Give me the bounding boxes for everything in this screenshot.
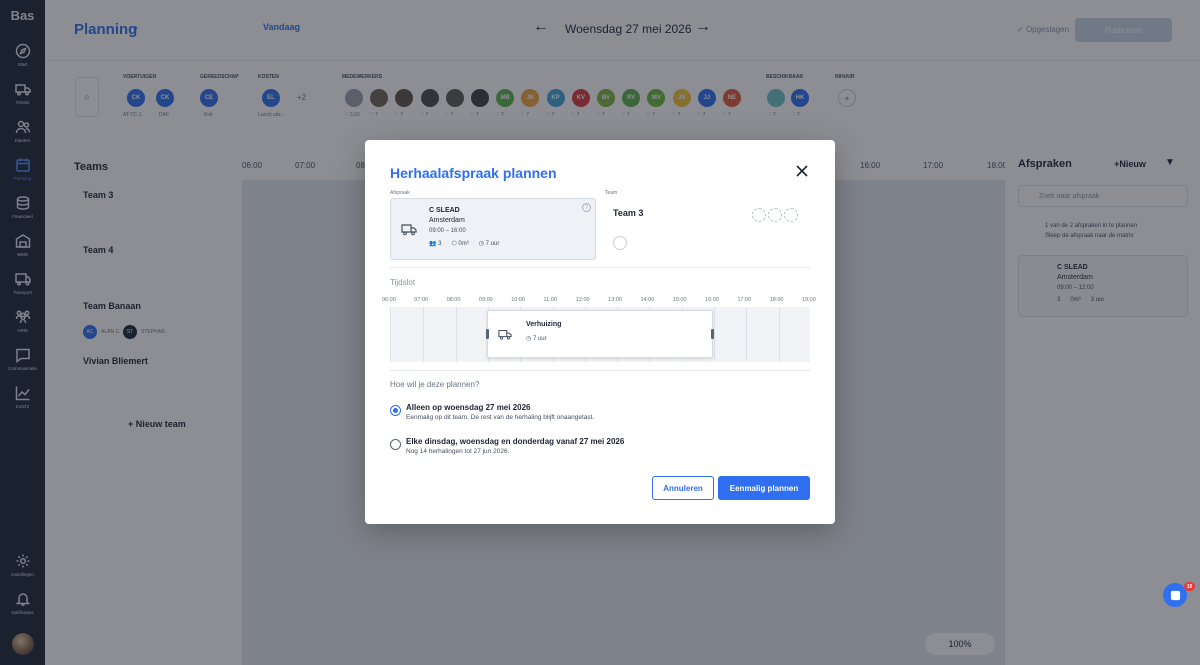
timeline-gridline bbox=[746, 307, 748, 362]
people-count: 👥 3 bbox=[429, 241, 442, 247]
timeline-hour: 15:00 bbox=[672, 297, 687, 303]
volume-value: 0m³ bbox=[458, 241, 469, 247]
radio-recurring[interactable] bbox=[390, 439, 401, 450]
duration: ◷ 7 uur bbox=[478, 241, 500, 247]
people-count-value: 3 bbox=[438, 241, 442, 247]
resize-handle-right[interactable] bbox=[711, 329, 714, 339]
plan-once-button[interactable]: Eenmalig plannen bbox=[718, 476, 810, 500]
timeline-hour: 12:00 bbox=[575, 297, 590, 303]
chat-icon bbox=[1170, 590, 1180, 600]
appointment-summary: C SLEAD Amsterdam 09:00 – 16:00 👥 3 ⬡ 0m… bbox=[390, 198, 596, 260]
empty-slot-icon[interactable] bbox=[752, 208, 766, 222]
timeline-hour: 08:00 bbox=[446, 297, 461, 303]
timeslot-name: Verhuizing bbox=[526, 321, 562, 328]
cancel-button[interactable]: Annuleren bbox=[652, 476, 714, 500]
timeline-gridline bbox=[714, 307, 716, 362]
timeline-hour: 16:00 bbox=[705, 297, 719, 303]
divider bbox=[390, 370, 810, 371]
timeline-hour: 14:00 bbox=[640, 297, 655, 303]
option-single-title[interactable]: Alleen op woensdag 27 mei 2026 bbox=[406, 403, 531, 412]
timeline-hour: 17:00 bbox=[737, 297, 752, 303]
option-single-desc: Eenmalig op dit team. De rest van de her… bbox=[406, 414, 595, 421]
appointment-name: C SLEAD bbox=[429, 207, 460, 214]
appointment-city: Amsterdam bbox=[429, 217, 465, 224]
timeline-gridline bbox=[455, 307, 457, 362]
option-recurring-title[interactable]: Elke dinsdag, woensdag en donderdag vana… bbox=[406, 437, 624, 446]
truck-icon bbox=[401, 224, 417, 236]
timeslot-label: Tijdslot bbox=[390, 278, 416, 287]
appointment-meta: 👥 3 ⬡ 0m³ ◷ 7 uur bbox=[429, 240, 499, 247]
notification-badge: 10 bbox=[1184, 582, 1195, 591]
empty-slot-icon[interactable] bbox=[784, 208, 798, 222]
option-recurring-desc: Nog 14 herhalingen tot 27 jun 2026. bbox=[406, 448, 510, 455]
team-label: Team bbox=[605, 190, 618, 196]
timeslot-duration: ◷ 7 uur bbox=[526, 336, 547, 342]
timeline-gridline bbox=[778, 307, 780, 362]
timeline-gridline bbox=[423, 307, 425, 362]
close-icon[interactable] bbox=[795, 164, 809, 178]
recurring-appointment-dialog: Herhaalafspraak plannen Afspraak Team C … bbox=[365, 140, 835, 524]
timeslot-timeline: Verhuizing ◷ 7 uur bbox=[390, 307, 810, 362]
radio-single-date[interactable] bbox=[390, 405, 401, 416]
empty-slot-icon[interactable] bbox=[768, 208, 782, 222]
help-icon[interactable]: ? bbox=[582, 203, 591, 212]
appointment-label: Afspraak bbox=[390, 190, 410, 196]
timeline-hour: 09:00 bbox=[478, 297, 493, 303]
plan-question: Hoe wil je deze plannen? bbox=[390, 380, 480, 389]
truck-icon bbox=[498, 329, 512, 340]
dialog-title: Herhaalafspraak plannen bbox=[390, 165, 557, 181]
selected-team: Team 3 bbox=[613, 208, 644, 218]
timeline-hour: 13:00 bbox=[608, 297, 622, 303]
appointment-time: 09:00 – 16:00 bbox=[429, 228, 466, 234]
timeline-hour: 19:00 bbox=[802, 297, 816, 303]
team-member-slots bbox=[752, 208, 798, 222]
timeline-hour: 06:00 bbox=[382, 297, 396, 303]
timeslot-duration-value: 7 uur bbox=[532, 336, 547, 342]
duration-value: 7 uur bbox=[485, 241, 500, 247]
timeline-hour: 07:00 bbox=[414, 297, 429, 303]
timeline-hour: 18:00 bbox=[769, 297, 784, 303]
team-resource-slot[interactable] bbox=[613, 236, 627, 250]
timeline-hour: 10:00 bbox=[511, 297, 525, 303]
resize-handle-left[interactable] bbox=[486, 329, 489, 339]
divider bbox=[390, 267, 810, 268]
timeslot-block[interactable]: Verhuizing ◷ 7 uur bbox=[486, 310, 714, 358]
volume: ⬡ 0m³ bbox=[451, 241, 469, 247]
timeline-hour: 11:00 bbox=[543, 297, 557, 303]
